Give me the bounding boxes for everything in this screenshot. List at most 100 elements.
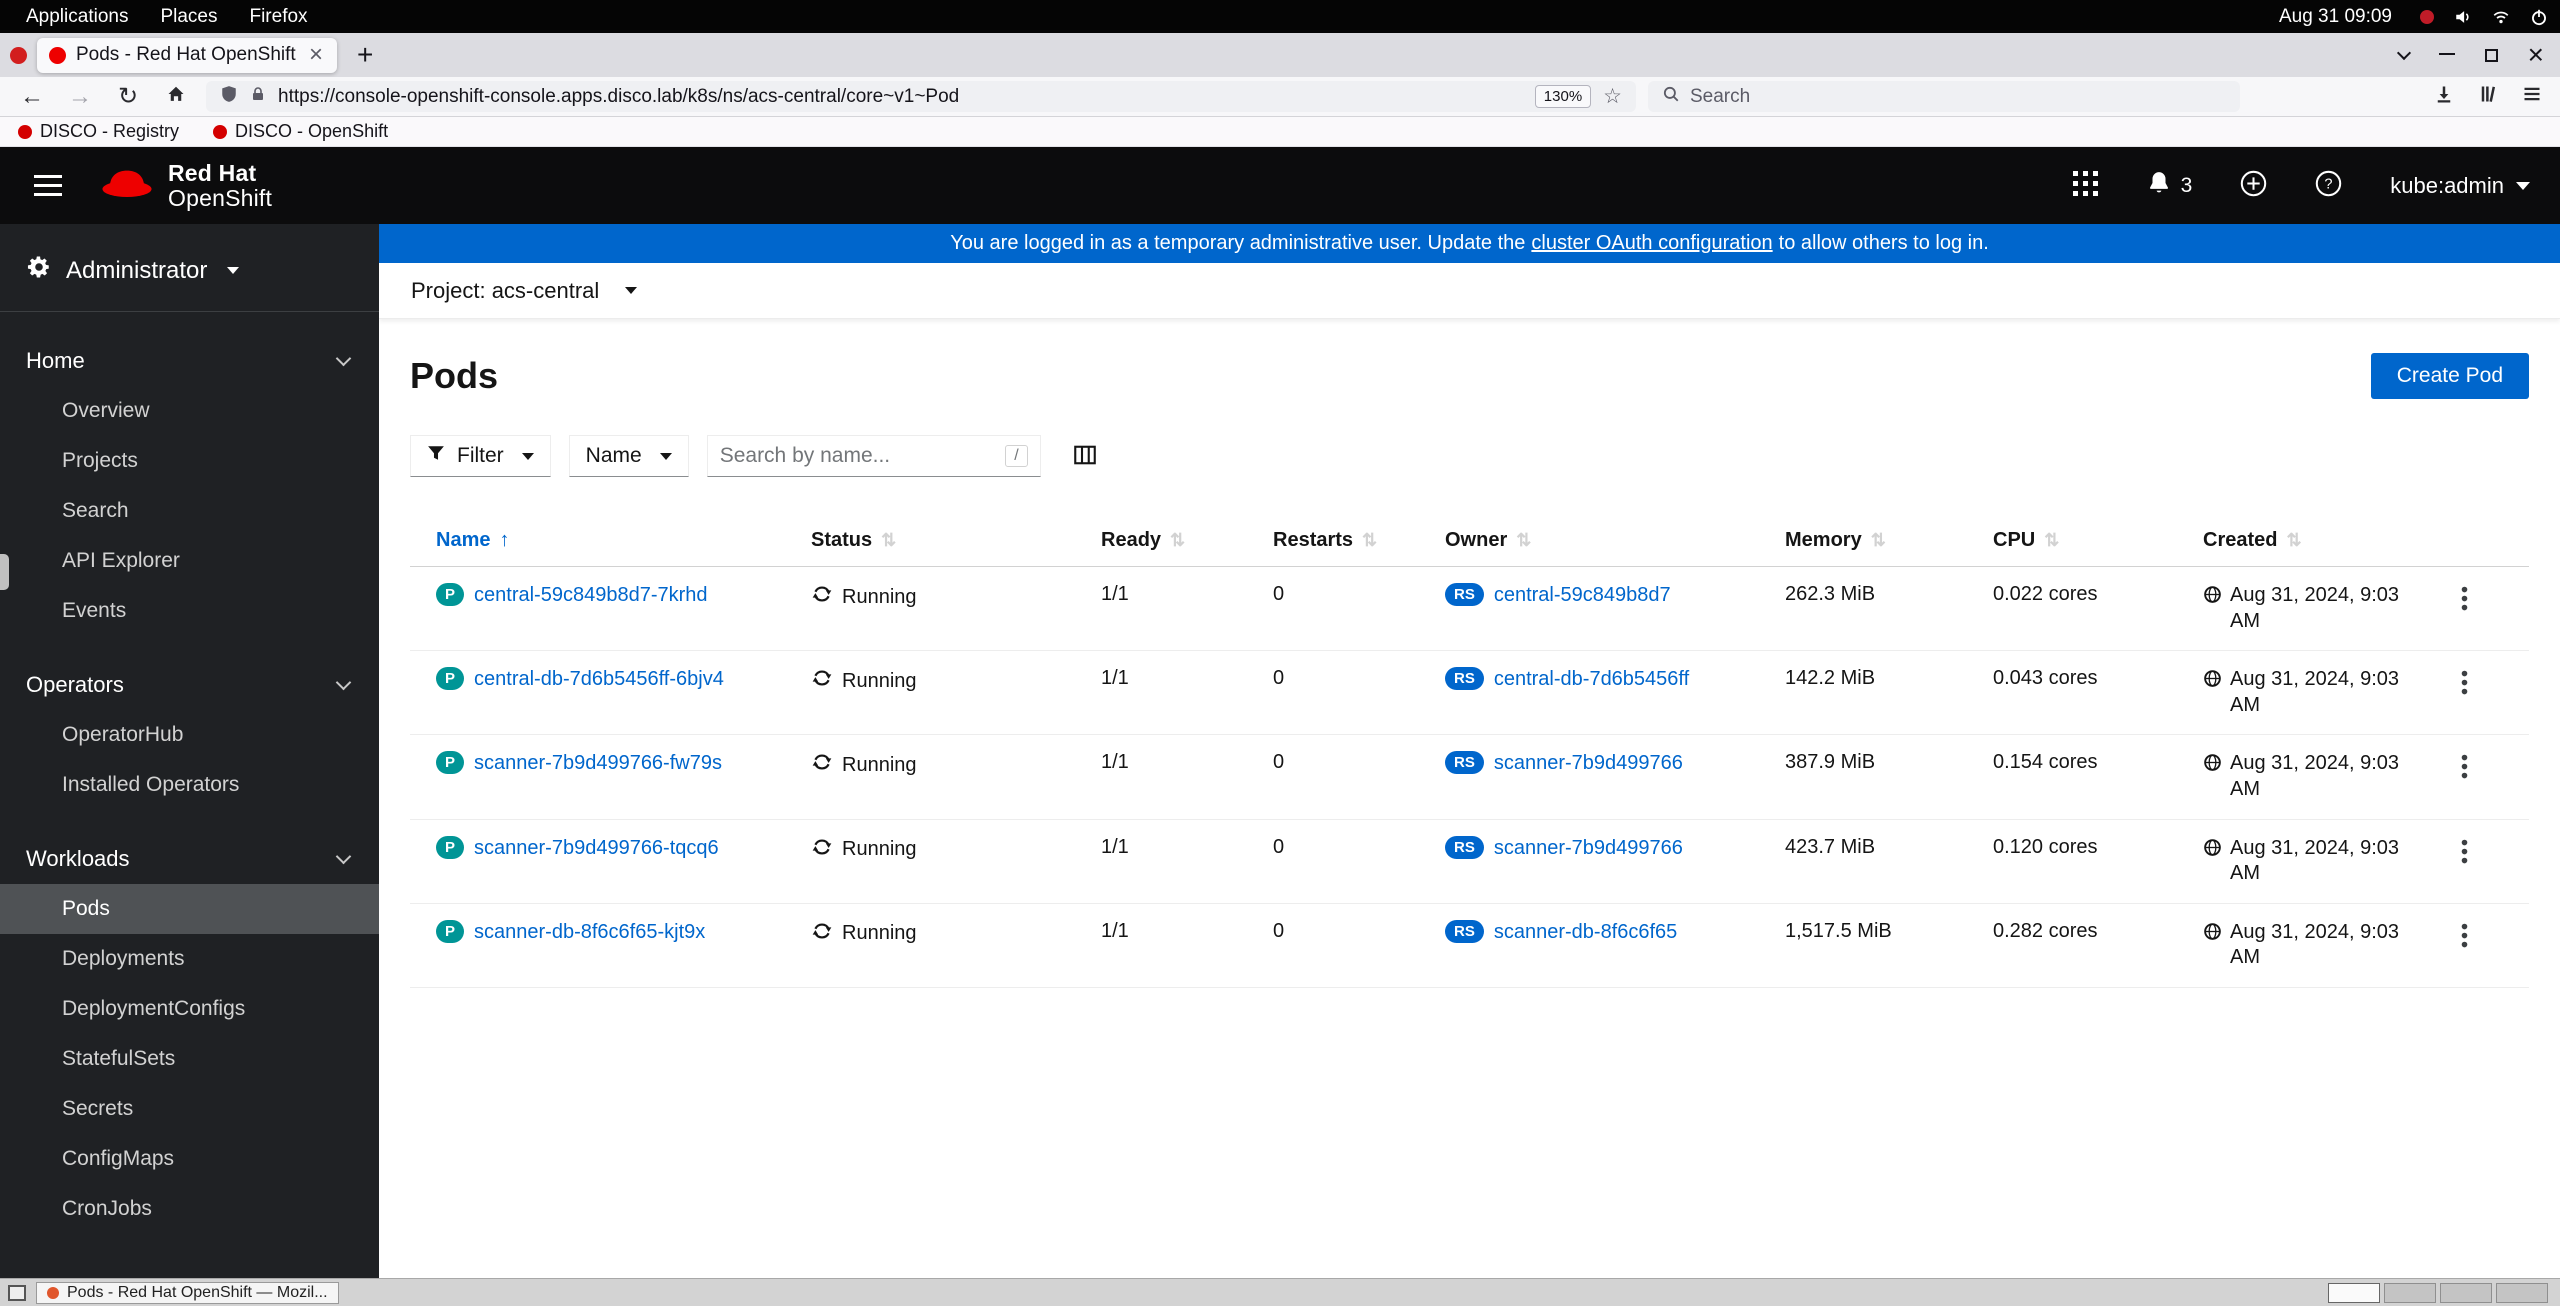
attribute-dropdown[interactable]: Name xyxy=(568,435,689,477)
nav-section-toggle-workloads[interactable]: Workloads xyxy=(0,834,379,884)
bookmark-disco-openshift[interactable]: DISCO - OpenShift xyxy=(213,121,388,142)
column-label: Created xyxy=(2203,529,2278,551)
pod-link[interactable]: scanner-7b9d499766-tqcq6 xyxy=(474,837,719,859)
sidebar-item-pods[interactable]: Pods xyxy=(0,884,379,934)
sidebar-item-operatorhub[interactable]: OperatorHub xyxy=(0,710,379,760)
forward-icon[interactable]: → xyxy=(62,84,98,109)
zoom-indicator[interactable]: 130% xyxy=(1534,85,1592,108)
sidebar-item-overview[interactable]: Overview xyxy=(0,386,379,436)
browser-tab-bar: Pods - Red Hat OpenShift × + × xyxy=(0,33,2560,77)
sidebar-item-deployments[interactable]: Deployments xyxy=(0,934,379,984)
cell-restarts: 0 xyxy=(1247,819,1419,904)
library-icon[interactable] xyxy=(2478,84,2498,109)
name-search-box[interactable]: / xyxy=(706,435,1041,477)
downloads-icon[interactable] xyxy=(2434,84,2454,109)
column-header-cpu[interactable]: CPU ⇅ xyxy=(1967,515,2177,567)
maximize-icon[interactable] xyxy=(2484,48,2498,62)
shield-icon[interactable] xyxy=(220,85,238,109)
clock[interactable]: Aug 31 09:09 xyxy=(2279,6,2392,28)
sidebar-item-deploymentconfigs[interactable]: DeploymentConfigs xyxy=(0,984,379,1034)
kebab-menu-button[interactable] xyxy=(2453,920,2476,954)
column-header-created[interactable]: Created ⇅ xyxy=(2177,515,2427,567)
browser-search-input[interactable] xyxy=(1690,85,2226,108)
power-icon[interactable] xyxy=(2530,8,2548,26)
url-bar[interactable]: https://console-openshift-console.apps.d… xyxy=(206,81,1636,112)
sidebar-item-api-explorer[interactable]: API Explorer xyxy=(0,536,379,586)
menu-icon[interactable] xyxy=(2522,84,2542,109)
bookmark-disco-registry[interactable]: DISCO - Registry xyxy=(18,121,179,142)
workspace-1[interactable] xyxy=(2328,1282,2380,1303)
sidebar-item-projects[interactable]: Projects xyxy=(0,436,379,486)
pod-link[interactable]: central-59c849b8d7-7krhd xyxy=(474,584,708,606)
help-icon[interactable]: ? xyxy=(2315,170,2342,202)
pod-link[interactable]: scanner-db-8f6c6f65-kjt9x xyxy=(474,921,705,943)
panel-handle[interactable] xyxy=(0,554,9,590)
owner-link[interactable]: central-59c849b8d7 xyxy=(1494,584,1671,606)
reload-icon[interactable]: ↻ xyxy=(110,84,146,109)
project-selector[interactable]: Project: acs-central xyxy=(411,278,599,304)
window-list-icon[interactable] xyxy=(8,1284,26,1301)
browser-tab[interactable]: Pods - Red Hat OpenShift × xyxy=(37,37,337,73)
topbar-menu-places[interactable]: Places xyxy=(146,4,231,30)
window-icon[interactable] xyxy=(10,46,27,64)
sidebar-item-installed-operators[interactable]: Installed Operators xyxy=(0,760,379,810)
column-header-ready[interactable]: Ready ⇅ xyxy=(1075,515,1247,567)
user-menu[interactable]: kube:admin xyxy=(2390,173,2530,199)
topbar-menu-applications[interactable]: Applications xyxy=(12,4,142,30)
topbar-menu-firefox[interactable]: Firefox xyxy=(235,4,321,30)
volume-icon[interactable] xyxy=(2454,8,2472,26)
close-icon[interactable]: × xyxy=(2528,41,2544,69)
pod-link[interactable]: central-db-7d6b5456ff-6bjv4 xyxy=(474,668,724,690)
manage-columns-button[interactable] xyxy=(1069,439,1101,474)
kebab-menu-button[interactable] xyxy=(2453,836,2476,870)
notifications-button[interactable]: 3 xyxy=(2146,170,2192,202)
minimize-icon[interactable] xyxy=(2438,52,2455,55)
sidebar-item-secrets[interactable]: Secrets xyxy=(0,1084,379,1134)
column-header-owner[interactable]: Owner ⇅ xyxy=(1419,515,1759,567)
list-tabs-icon[interactable] xyxy=(2396,45,2411,61)
caret-down-icon[interactable] xyxy=(625,287,638,294)
tab-close-icon[interactable]: × xyxy=(307,43,325,67)
home-icon[interactable] xyxy=(158,84,194,109)
kebab-menu-button[interactable] xyxy=(2453,751,2476,785)
owner-link[interactable]: scanner-7b9d499766 xyxy=(1494,752,1683,774)
column-header-status[interactable]: Status ⇅ xyxy=(785,515,1075,567)
kebab-menu-button[interactable] xyxy=(2453,667,2476,701)
owner-link[interactable]: scanner-db-8f6c6f65 xyxy=(1494,921,1677,943)
nav-sections: Home Overview Projects Search API Explorer Ev… xyxy=(0,312,379,1234)
filter-dropdown[interactable]: Filter xyxy=(410,435,551,477)
topbar-status: Aug 31 09:09 xyxy=(2279,6,2548,28)
quick-create-icon[interactable] xyxy=(2240,170,2267,202)
workspace-2[interactable] xyxy=(2384,1282,2436,1303)
kebab-menu-button[interactable] xyxy=(2453,583,2476,617)
sidebar-item-statefulsets[interactable]: StatefulSets xyxy=(0,1034,379,1084)
sidebar-item-search[interactable]: Search xyxy=(0,486,379,536)
workspace-3[interactable] xyxy=(2440,1282,2492,1303)
new-tab-button[interactable]: + xyxy=(347,41,383,69)
sidebar-item-configmaps[interactable]: ConfigMaps xyxy=(0,1134,379,1184)
owner-link[interactable]: scanner-7b9d499766 xyxy=(1494,837,1683,859)
network-icon[interactable] xyxy=(2492,8,2510,26)
column-header-name[interactable]: Name ↑ xyxy=(410,515,785,567)
taskbar-window-button[interactable]: Pods - Red Hat OpenShift — Mozil... xyxy=(36,1281,339,1304)
nav-section-toggle-home[interactable]: Home xyxy=(0,336,379,386)
workspace-4[interactable] xyxy=(2496,1282,2548,1303)
bookmark-star-icon[interactable]: ☆ xyxy=(1603,84,1622,109)
sidebar-item-events[interactable]: Events xyxy=(0,586,379,636)
owner-link[interactable]: central-db-7d6b5456ff xyxy=(1494,668,1689,690)
sidebar-item-cronjobs[interactable]: CronJobs xyxy=(0,1184,379,1234)
back-icon[interactable]: ← xyxy=(14,84,50,109)
column-header-memory[interactable]: Memory ⇅ xyxy=(1759,515,1967,567)
hamburger-menu-icon[interactable] xyxy=(30,169,66,202)
create-pod-button[interactable]: Create Pod xyxy=(2370,353,2529,399)
lock-icon[interactable] xyxy=(250,86,266,108)
browser-search-bar[interactable] xyxy=(1648,81,2240,112)
running-icon xyxy=(811,920,833,948)
name-search-input[interactable] xyxy=(719,444,998,468)
column-header-restarts[interactable]: Restarts ⇅ xyxy=(1247,515,1419,567)
perspective-switcher[interactable]: Administrator xyxy=(0,224,379,312)
pod-link[interactable]: scanner-7b9d499766-fw79s xyxy=(474,752,722,774)
nav-section-toggle-operators[interactable]: Operators xyxy=(0,660,379,710)
app-launcher-icon[interactable] xyxy=(2072,170,2098,201)
oauth-configuration-link[interactable]: cluster OAuth configuration xyxy=(1531,232,1772,255)
